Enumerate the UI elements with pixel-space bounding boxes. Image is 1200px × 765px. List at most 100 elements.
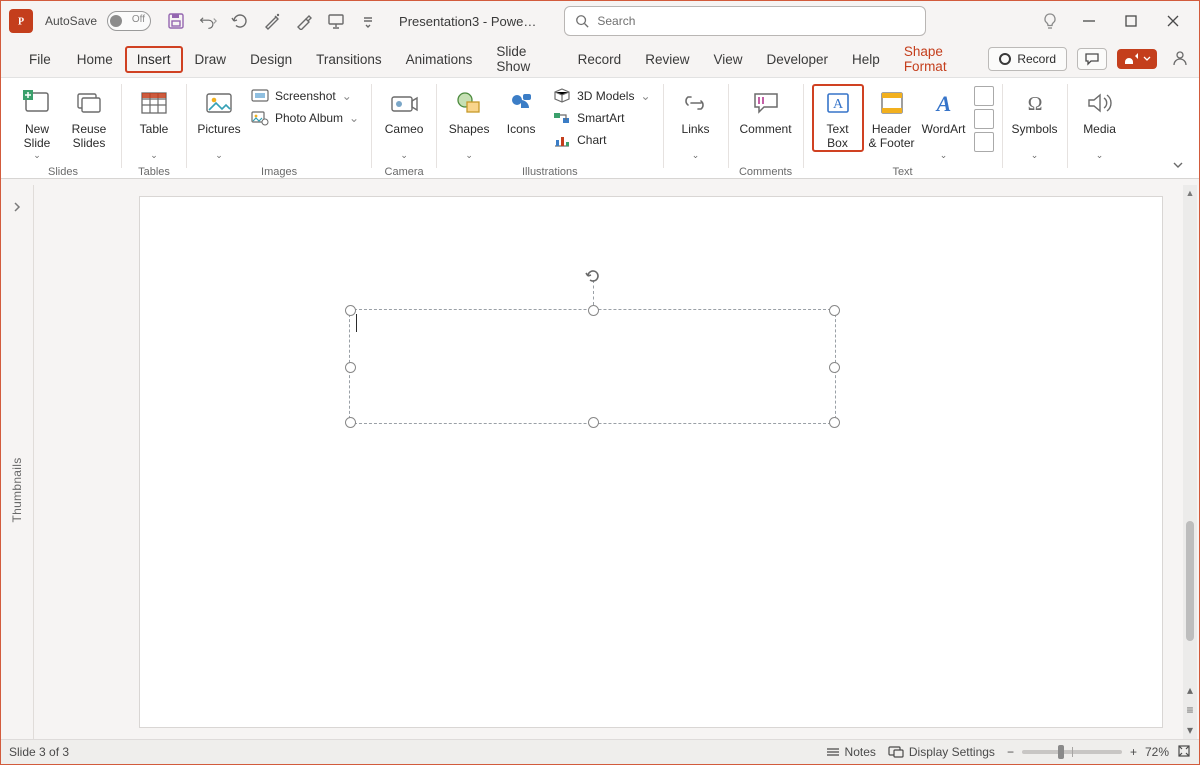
new-slide-button[interactable]: New Slide ⌄ bbox=[13, 84, 61, 161]
slide-indicator[interactable]: Slide 3 of 3 bbox=[9, 745, 69, 759]
maximize-button[interactable] bbox=[1119, 9, 1143, 33]
slide-number-button[interactable] bbox=[974, 109, 994, 129]
resize-handle-bl[interactable] bbox=[345, 417, 356, 428]
photo-album-icon bbox=[251, 109, 269, 127]
date-time-button[interactable] bbox=[974, 86, 994, 106]
selected-text-box[interactable] bbox=[349, 309, 836, 424]
tab-slideshow[interactable]: Slide Show bbox=[484, 38, 565, 80]
record-button[interactable]: Record bbox=[988, 47, 1067, 71]
tab-view[interactable]: View bbox=[701, 46, 754, 73]
zoom-out-button[interactable]: − bbox=[1007, 745, 1014, 759]
slide[interactable] bbox=[140, 197, 1162, 727]
title-bar: P AutoSave Off Presentation3 - Powe… Sea… bbox=[1, 1, 1199, 41]
smartart-button[interactable]: SmartArt bbox=[549, 108, 654, 128]
scroll-up-icon[interactable]: ▲ bbox=[1186, 185, 1195, 201]
zoom-slider[interactable] bbox=[1022, 750, 1122, 754]
highlighter-icon[interactable] bbox=[295, 12, 313, 30]
zoom-thumb[interactable] bbox=[1058, 745, 1064, 759]
object-button[interactable] bbox=[974, 132, 994, 152]
collapse-ribbon-button[interactable] bbox=[1171, 158, 1185, 172]
svg-text:P: P bbox=[18, 17, 24, 28]
prev-slide-button[interactable]: ▴ bbox=[1187, 683, 1193, 697]
rotate-handle[interactable] bbox=[583, 266, 603, 286]
shapes-icon bbox=[454, 89, 484, 117]
autosave-toggle[interactable]: Off bbox=[107, 11, 151, 31]
wordart-button[interactable]: A WordArt ⌄ bbox=[920, 84, 968, 161]
zoom-level[interactable]: 72% bbox=[1145, 745, 1169, 759]
resize-handle-br[interactable] bbox=[829, 417, 840, 428]
zoom-in-button[interactable]: + bbox=[1130, 745, 1137, 759]
tab-shape-format[interactable]: Shape Format bbox=[892, 38, 989, 80]
smartart-icon bbox=[553, 109, 571, 127]
share-icon bbox=[1123, 52, 1139, 66]
autosave-off-text: Off bbox=[132, 14, 145, 25]
share-button[interactable] bbox=[1117, 49, 1157, 69]
shapes-button[interactable]: Shapes ⌄ bbox=[445, 84, 493, 161]
tab-draw[interactable]: Draw bbox=[183, 46, 239, 73]
minimize-button[interactable] bbox=[1077, 9, 1101, 33]
chart-button[interactable]: Chart bbox=[549, 130, 654, 150]
lightbulb-icon[interactable] bbox=[1041, 12, 1059, 30]
resize-handle-tl[interactable] bbox=[345, 305, 356, 316]
search-input[interactable]: Search bbox=[564, 6, 926, 36]
record-dot-icon bbox=[999, 53, 1011, 65]
group-slides: New Slide ⌄ Reuse Slides Slides bbox=[7, 84, 119, 180]
comment-button[interactable]: Comment bbox=[737, 84, 795, 150]
scroll-thumb[interactable] bbox=[1186, 521, 1194, 641]
comments-pane-button[interactable] bbox=[1077, 48, 1107, 70]
undo-icon[interactable] bbox=[199, 12, 217, 30]
text-box-button[interactable]: A Text Box bbox=[812, 84, 864, 152]
save-icon[interactable] bbox=[167, 12, 185, 30]
tab-developer[interactable]: Developer bbox=[755, 46, 841, 73]
resize-handle-ml[interactable] bbox=[345, 362, 356, 373]
tab-help[interactable]: Help bbox=[840, 46, 892, 73]
close-button[interactable] bbox=[1161, 9, 1185, 33]
tab-home[interactable]: Home bbox=[65, 46, 125, 73]
resize-handle-bm[interactable] bbox=[588, 417, 599, 428]
account-icon[interactable] bbox=[1171, 49, 1189, 70]
tab-animations[interactable]: Animations bbox=[394, 46, 485, 73]
redo-icon[interactable] bbox=[231, 12, 249, 30]
quick-access-toolbar bbox=[167, 12, 377, 30]
3d-models-button[interactable]: 3D Models ⌄ bbox=[549, 86, 654, 106]
symbols-button[interactable]: Ω Symbols ⌄ bbox=[1011, 84, 1059, 161]
display-settings-button[interactable]: Display Settings bbox=[888, 745, 995, 759]
header-footer-icon bbox=[878, 89, 906, 117]
document-title: Presentation3 - Powe… bbox=[399, 14, 536, 29]
display-icon bbox=[888, 746, 904, 758]
tab-review[interactable]: Review bbox=[633, 46, 701, 73]
text-caret bbox=[356, 314, 357, 332]
tab-file[interactable]: File bbox=[17, 46, 63, 73]
tab-insert[interactable]: Insert bbox=[125, 46, 183, 73]
toggle-knob-icon bbox=[110, 15, 122, 27]
header-footer-button[interactable]: Header & Footer bbox=[868, 84, 916, 150]
icons-button[interactable]: Icons bbox=[497, 84, 545, 150]
table-button[interactable]: Table ⌄ bbox=[130, 84, 178, 161]
fit-to-window-button[interactable] bbox=[1177, 744, 1191, 761]
resize-handle-tr[interactable] bbox=[829, 305, 840, 316]
resize-handle-mr[interactable] bbox=[829, 362, 840, 373]
pictures-button[interactable]: Pictures ⌄ bbox=[195, 84, 243, 161]
screenshot-button[interactable]: Screenshot ⌄ bbox=[247, 86, 363, 106]
slide-canvas[interactable]: ▲ ▴ ≡ ▾ bbox=[34, 185, 1199, 740]
resize-handle-tm[interactable] bbox=[588, 305, 599, 316]
notes-button[interactable]: Notes bbox=[826, 745, 876, 759]
present-icon[interactable] bbox=[327, 12, 345, 30]
thumbnails-rail[interactable]: Thumbnails bbox=[1, 185, 34, 740]
media-button[interactable]: Media ⌄ bbox=[1076, 84, 1124, 161]
tab-transitions[interactable]: Transitions bbox=[304, 46, 394, 73]
tab-design[interactable]: Design bbox=[238, 46, 304, 73]
tab-record[interactable]: Record bbox=[566, 46, 634, 73]
cameo-button[interactable]: Cameo ⌄ bbox=[380, 84, 428, 161]
vertical-scrollbar[interactable]: ▲ bbox=[1183, 185, 1197, 680]
qat-more-icon[interactable] bbox=[359, 12, 377, 30]
pen-icon[interactable] bbox=[263, 12, 281, 30]
chevron-down-icon: ⌄ bbox=[150, 150, 158, 161]
links-button[interactable]: Links ⌄ bbox=[672, 84, 720, 161]
photo-album-button[interactable]: Photo Album ⌄ bbox=[247, 108, 363, 128]
svg-text:A: A bbox=[934, 91, 951, 116]
reuse-slides-button[interactable]: Reuse Slides bbox=[65, 84, 113, 150]
next-slide-button[interactable]: ▾ bbox=[1187, 723, 1193, 737]
chart-icon bbox=[553, 131, 571, 149]
chevron-down-icon: ⌄ bbox=[940, 150, 948, 161]
